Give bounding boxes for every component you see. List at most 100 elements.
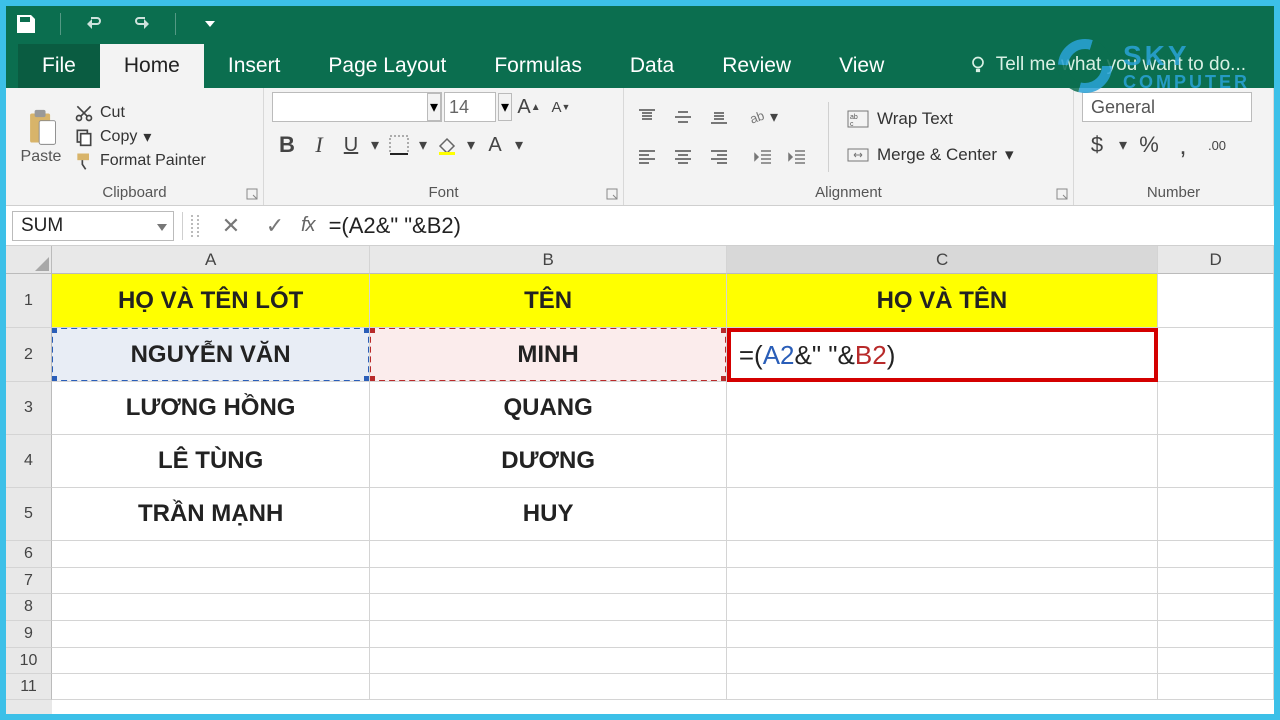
- clipboard-launcher-icon[interactable]: [245, 187, 259, 201]
- cell-B11[interactable]: [370, 674, 727, 700]
- data-area[interactable]: HỌ VÀ TÊN LÓTTÊNHỌ VÀ TÊNNGUYỄN VĂNMINH=…: [52, 274, 1274, 714]
- cell-D11[interactable]: [1158, 674, 1274, 700]
- tab-review[interactable]: Review: [698, 44, 815, 88]
- increase-decimal-icon[interactable]: .00: [1202, 130, 1232, 160]
- name-box[interactable]: SUM: [12, 211, 174, 241]
- cell-A10[interactable]: [52, 648, 370, 674]
- borders-button[interactable]: [384, 130, 414, 160]
- enter-formula-icon[interactable]: ✓: [253, 211, 297, 241]
- cell-B8[interactable]: [370, 594, 727, 621]
- cell-D8[interactable]: [1158, 594, 1274, 621]
- paste-button[interactable]: Paste: [14, 95, 68, 179]
- comma-icon[interactable]: ,: [1168, 130, 1198, 160]
- cell-C2[interactable]: =(A2&" "&B2): [727, 328, 1158, 382]
- currency-icon[interactable]: $: [1082, 130, 1112, 160]
- tab-view[interactable]: View: [815, 44, 908, 88]
- fill-color-button[interactable]: [432, 130, 462, 160]
- column-header-A[interactable]: A: [52, 246, 370, 274]
- cell-D9[interactable]: [1158, 621, 1274, 648]
- align-right-icon[interactable]: [704, 142, 734, 172]
- cell-B4[interactable]: DƯƠNG: [370, 435, 727, 488]
- column-header-C[interactable]: C: [727, 246, 1158, 274]
- row-header-1[interactable]: 1: [6, 274, 52, 328]
- italic-button[interactable]: I: [304, 130, 334, 160]
- tab-home[interactable]: Home: [100, 44, 204, 88]
- save-icon[interactable]: [14, 12, 38, 36]
- merge-dropdown-icon[interactable]: ▾: [1005, 145, 1014, 165]
- cell-C4[interactable]: [727, 435, 1158, 488]
- cell-B1[interactable]: TÊN: [370, 274, 727, 328]
- cell-D4[interactable]: [1158, 435, 1274, 488]
- copy-dropdown-icon[interactable]: ▾: [143, 127, 151, 147]
- bold-button[interactable]: B: [272, 130, 302, 160]
- tab-insert[interactable]: Insert: [204, 44, 305, 88]
- row-header-3[interactable]: 3: [6, 382, 52, 435]
- column-header-B[interactable]: B: [370, 246, 727, 274]
- fx-icon[interactable]: fx: [301, 214, 315, 237]
- row-header-9[interactable]: 9: [6, 621, 52, 648]
- align-bottom-icon[interactable]: [704, 102, 734, 132]
- font-size-dropdown-icon[interactable]: ▾: [498, 93, 512, 121]
- cell-C1[interactable]: HỌ VÀ TÊN: [727, 274, 1158, 328]
- cell-D3[interactable]: [1158, 382, 1274, 435]
- cell-D6[interactable]: [1158, 541, 1274, 568]
- cell-A7[interactable]: [52, 568, 370, 594]
- alignment-launcher-icon[interactable]: [1055, 187, 1069, 201]
- cell-D1[interactable]: [1158, 274, 1274, 328]
- borders-dropdown-icon[interactable]: ▾: [416, 130, 430, 160]
- cell-B9[interactable]: [370, 621, 727, 648]
- row-header-7[interactable]: 7: [6, 568, 52, 594]
- increase-font-icon[interactable]: A▲: [514, 92, 544, 122]
- cell-A1[interactable]: HỌ VÀ TÊN LÓT: [52, 274, 370, 328]
- row-header-6[interactable]: 6: [6, 541, 52, 568]
- cell-B6[interactable]: [370, 541, 727, 568]
- cell-A11[interactable]: [52, 674, 370, 700]
- decrease-indent-icon[interactable]: [748, 142, 778, 172]
- cell-C6[interactable]: [727, 541, 1158, 568]
- redo-icon[interactable]: [129, 12, 153, 36]
- tab-file[interactable]: File: [18, 44, 100, 88]
- cell-C11[interactable]: [727, 674, 1158, 700]
- cell-B7[interactable]: [370, 568, 727, 594]
- cell-C10[interactable]: [727, 648, 1158, 674]
- decrease-font-icon[interactable]: A▼: [546, 92, 576, 122]
- row-header-2[interactable]: 2: [6, 328, 52, 382]
- align-top-icon[interactable]: [632, 102, 662, 132]
- customize-qat-icon[interactable]: [198, 12, 222, 36]
- cell-A3[interactable]: LƯƠNG HỒNG: [52, 382, 370, 435]
- font-name-selector[interactable]: ▾: [272, 92, 442, 122]
- tab-page-layout[interactable]: Page Layout: [304, 44, 470, 88]
- cell-D7[interactable]: [1158, 568, 1274, 594]
- row-header-8[interactable]: 8: [6, 594, 52, 621]
- merge-center-button[interactable]: Merge & Center ▾: [845, 141, 1016, 169]
- row-header-5[interactable]: 5: [6, 488, 52, 541]
- column-header-D[interactable]: D: [1158, 246, 1274, 274]
- copy-button[interactable]: Copy ▾: [74, 126, 206, 148]
- cell-A2[interactable]: NGUYỄN VĂN: [52, 328, 370, 382]
- align-center-icon[interactable]: [668, 142, 698, 172]
- font-size-selector[interactable]: 14: [444, 92, 496, 122]
- formula-bar-splitter[interactable]: [191, 215, 199, 237]
- cell-C5[interactable]: [727, 488, 1158, 541]
- cell-A9[interactable]: [52, 621, 370, 648]
- underline-button[interactable]: U: [336, 130, 366, 160]
- number-format-selector[interactable]: General: [1082, 92, 1252, 122]
- cell-C8[interactable]: [727, 594, 1158, 621]
- fill-dropdown-icon[interactable]: ▾: [464, 130, 478, 160]
- select-all-corner[interactable]: [6, 246, 52, 274]
- increase-indent-icon[interactable]: [782, 142, 812, 172]
- row-header-11[interactable]: 11: [6, 674, 52, 700]
- font-color-button[interactable]: A: [480, 130, 510, 160]
- cancel-formula-icon[interactable]: ✕: [209, 211, 253, 241]
- cell-A4[interactable]: LÊ TÙNG: [52, 435, 370, 488]
- orientation-button[interactable]: ab▾: [748, 102, 778, 132]
- undo-icon[interactable]: [83, 12, 107, 36]
- cell-C7[interactable]: [727, 568, 1158, 594]
- cell-C9[interactable]: [727, 621, 1158, 648]
- cell-B10[interactable]: [370, 648, 727, 674]
- align-middle-icon[interactable]: [668, 102, 698, 132]
- cell-D10[interactable]: [1158, 648, 1274, 674]
- cell-A5[interactable]: TRẦN MẠNH: [52, 488, 370, 541]
- format-painter-button[interactable]: Format Painter: [74, 150, 206, 172]
- currency-dropdown-icon[interactable]: ▾: [1116, 130, 1130, 160]
